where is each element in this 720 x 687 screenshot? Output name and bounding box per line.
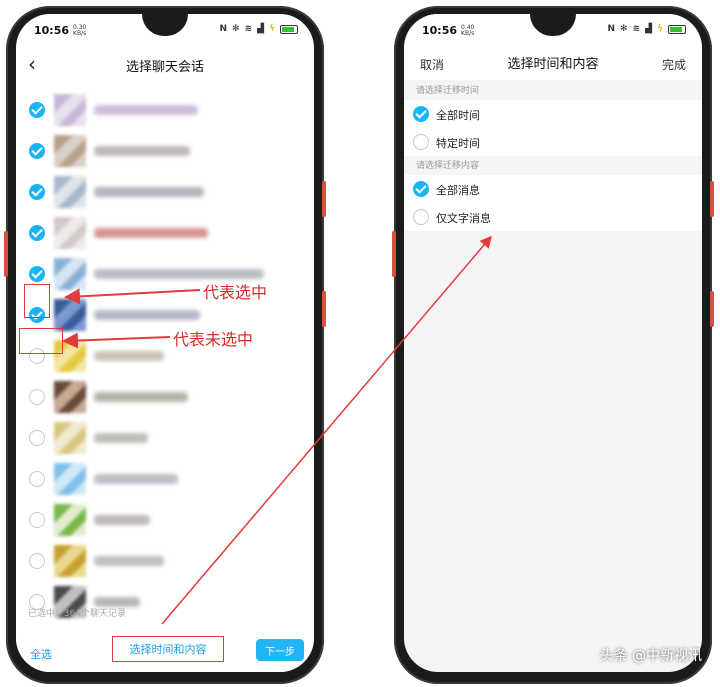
left-phone-power-button	[322, 181, 326, 217]
vibrate-icon: ✻	[620, 24, 628, 34]
contact-row[interactable]	[16, 381, 314, 417]
contact-row[interactable]	[16, 463, 314, 499]
done-button[interactable]: 完成	[662, 56, 686, 73]
contact-name-obscured	[94, 392, 188, 402]
contact-row[interactable]	[16, 94, 314, 130]
unchecked-circle-icon[interactable]	[29, 471, 45, 487]
selection-summary: 已选中: 364个聊天记录	[28, 609, 126, 619]
contact-name-obscured	[94, 269, 264, 279]
vibrate-icon: ✻	[232, 24, 240, 34]
network-speed: 0.40 KB/s	[461, 23, 475, 37]
avatar	[54, 94, 86, 126]
right-phone-side-button	[392, 231, 396, 277]
wifi-icon: ≋	[244, 24, 253, 34]
left-phone-side-button	[4, 231, 8, 277]
page-title: 选择时间和内容	[507, 56, 599, 72]
cancel-button[interactable]: 取消	[420, 56, 444, 73]
right-phone: 10:56 0.40 KB/s N ✻ ≋ ▟ ϟ 取消 选择时间和内容 完成 …	[392, 6, 714, 684]
avatar	[54, 504, 86, 536]
status-time: 10:56	[34, 24, 70, 37]
content-section-label: 请选择迁移内容	[404, 157, 702, 175]
avatar	[54, 299, 86, 331]
annotation-unselected: 代表未选中	[173, 330, 254, 349]
right-phone-volume-button	[710, 291, 714, 327]
contact-name-obscured	[94, 433, 148, 443]
checked-circle-icon[interactable]	[29, 184, 45, 200]
contact-name-obscured	[94, 351, 164, 361]
contact-name-obscured	[94, 187, 204, 197]
checked-circle-icon	[413, 106, 429, 122]
avatar	[54, 258, 86, 290]
footer-bar: 全选 选择时间和内容 下一步	[16, 626, 314, 672]
avatar	[54, 545, 86, 577]
avatar	[54, 176, 86, 208]
annotation-selected: 代表选中	[203, 283, 268, 302]
contact-name-obscured	[94, 474, 178, 484]
contact-name-obscured	[94, 105, 198, 115]
contact-row[interactable]	[16, 217, 314, 253]
status-time: 10:56	[422, 24, 458, 37]
unchecked-circle-icon	[413, 209, 429, 225]
left-phone-volume-button	[322, 291, 326, 327]
unchecked-circle-icon[interactable]	[29, 512, 45, 528]
contact-name-obscured	[94, 228, 208, 238]
battery-icon	[280, 24, 298, 34]
selected-highlight-box	[24, 284, 50, 318]
signal-icon: ▟	[645, 24, 653, 34]
select-all-button[interactable]: 全选	[30, 646, 52, 662]
watermark: 头条 @中新视讯	[599, 648, 702, 664]
nav-bar: ‹ 选择聊天会话	[16, 50, 314, 80]
contact-name-obscured	[94, 515, 150, 525]
unchecked-circle-icon[interactable]	[29, 389, 45, 405]
checked-circle-icon	[413, 181, 429, 197]
wifi-icon: ≋	[632, 24, 641, 34]
contact-row[interactable]	[16, 176, 314, 212]
unchecked-circle-icon[interactable]	[29, 553, 45, 569]
select-time-content-button[interactable]: 选择时间和内容	[112, 636, 224, 662]
next-button[interactable]: 下一步	[256, 639, 304, 661]
avatar	[54, 463, 86, 495]
unchecked-circle-icon	[413, 134, 429, 150]
checked-circle-icon[interactable]	[29, 225, 45, 241]
battery-icon	[668, 24, 686, 34]
back-chevron-icon[interactable]: ‹	[28, 52, 36, 76]
network-speed: 0.30 KB/s	[73, 23, 87, 37]
contact-row[interactable]	[16, 504, 314, 540]
right-phone-power-button	[710, 181, 714, 217]
option-all-messages[interactable]: 全部消息	[404, 175, 702, 203]
nav-bar: 取消 选择时间和内容 完成	[404, 44, 702, 80]
signal-icon: ▟	[257, 24, 265, 34]
contact-name-obscured	[94, 556, 164, 566]
option-text-only[interactable]: 仅文字消息	[404, 203, 702, 231]
contact-row[interactable]	[16, 258, 314, 294]
contact-row[interactable]	[16, 545, 314, 581]
avatar	[54, 381, 86, 413]
option-all-time[interactable]: 全部时间	[404, 100, 702, 128]
charging-icon: ϟ	[657, 24, 663, 34]
avatar	[54, 217, 86, 249]
unchecked-circle-icon[interactable]	[29, 430, 45, 446]
right-screen: 10:56 0.40 KB/s N ✻ ≋ ▟ ϟ 取消 选择时间和内容 完成 …	[404, 14, 702, 672]
nfc-icon: N	[219, 24, 228, 34]
option-specific-time[interactable]: 特定时间	[404, 128, 702, 156]
contact-row[interactable]	[16, 135, 314, 171]
charging-icon: ϟ	[269, 24, 275, 34]
checked-circle-icon[interactable]	[29, 266, 45, 282]
time-section-label: 请选择迁移时间	[404, 82, 702, 100]
checked-circle-icon[interactable]	[29, 143, 45, 159]
avatar	[54, 135, 86, 167]
contact-name-obscured	[94, 146, 190, 156]
contact-row[interactable]	[16, 422, 314, 458]
avatar	[54, 422, 86, 454]
contact-name-obscured	[94, 310, 200, 320]
unselected-highlight-box	[19, 328, 63, 354]
checked-circle-icon[interactable]	[29, 102, 45, 118]
page-title: 选择聊天会话	[125, 59, 204, 75]
nfc-icon: N	[607, 24, 616, 34]
